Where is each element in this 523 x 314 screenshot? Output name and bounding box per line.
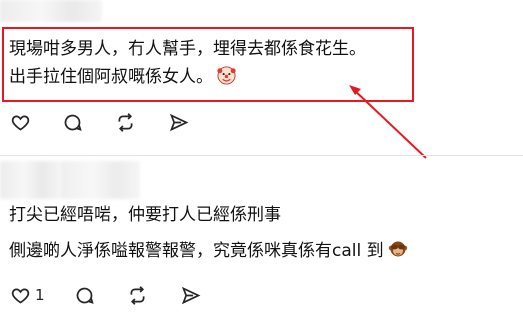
post-text: 打尖已經唔啱，仲要打人已經係刑事 [9, 205, 281, 225]
blurred-username [60, 161, 140, 199]
post-text: 側邊啲人淨係嗌報警報警，究竟係咪真係有call 到 [9, 241, 384, 261]
heart-icon[interactable] [9, 284, 31, 306]
send-icon[interactable] [180, 284, 202, 306]
heart-icon[interactable] [9, 111, 31, 133]
blurred-username [0, 0, 102, 22]
repost-icon[interactable] [127, 284, 149, 306]
send-icon[interactable] [167, 111, 189, 133]
see-no-evil-monkey-emoji-icon [388, 239, 408, 268]
post1-actions [9, 111, 189, 133]
post2-actions: 1 [9, 284, 202, 306]
highlight-box [2, 27, 414, 102]
comment-icon[interactable] [74, 284, 96, 306]
blurred-avatar [0, 161, 60, 199]
post-divider [0, 155, 523, 156]
repost-icon[interactable] [114, 111, 136, 133]
post-text-line-1: 打尖已經唔啱，仲要打人已經係刑事 [9, 201, 281, 229]
post-text-line-2: 側邊啲人淨係嗌報警報警，究竟係咪真係有call 到 [9, 237, 408, 268]
like-count: 1 [35, 286, 45, 304]
comment-icon[interactable] [61, 111, 83, 133]
